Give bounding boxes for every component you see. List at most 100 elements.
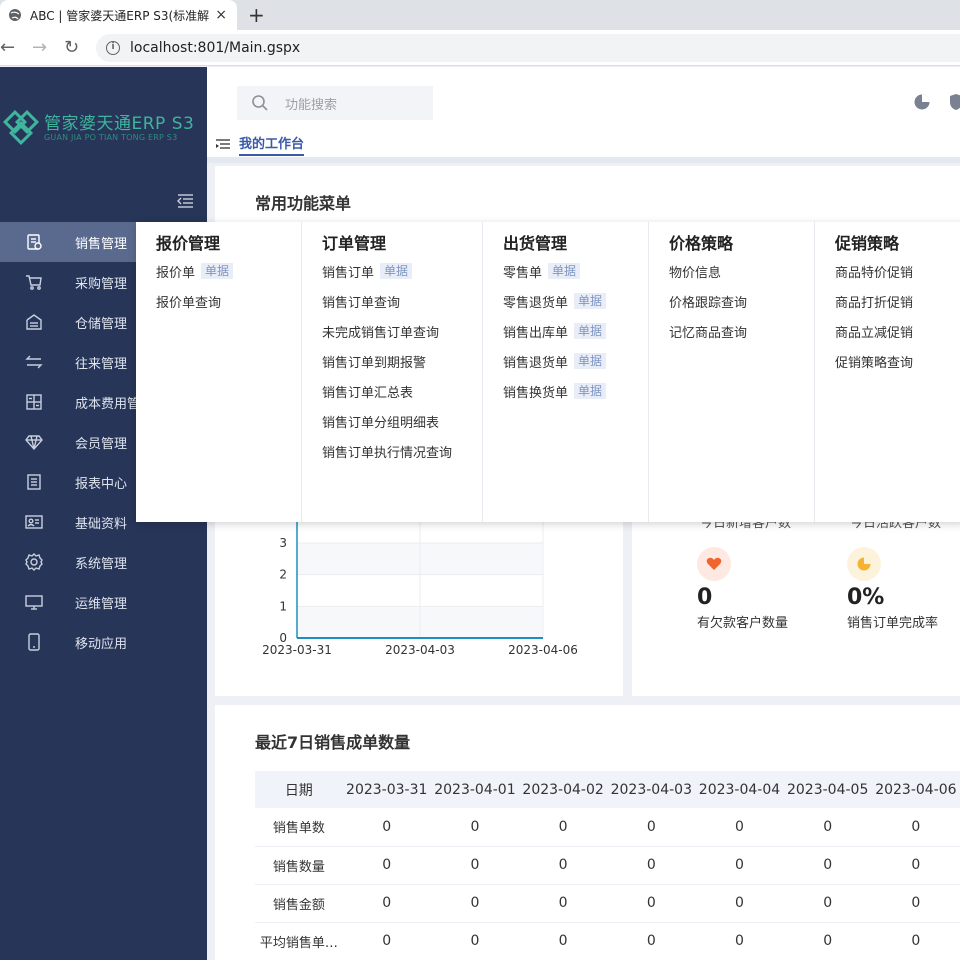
- menu-link[interactable]: 零售单 单据: [503, 256, 648, 286]
- table-row: 销售金额 0 0 0 0 0 0 0: [255, 884, 960, 923]
- table-cell: 0: [519, 922, 608, 960]
- reload-button[interactable]: ↻: [64, 37, 79, 58]
- document-tag[interactable]: 单据: [574, 353, 607, 369]
- new-tab-button[interactable]: +: [248, 3, 265, 27]
- menu-column-title: 报价管理: [156, 234, 221, 253]
- menu-link[interactable]: 销售订单汇总表: [322, 376, 482, 406]
- browser-tab[interactable]: ABC | 管家婆天通ERP S3(标准解 ×: [0, 0, 237, 30]
- back-button[interactable]: ←: [0, 37, 15, 58]
- table-cell: 0: [783, 846, 872, 885]
- order-completion-label: 销售订单完成率: [847, 616, 939, 631]
- menu-link-label: 销售订单执行情况查询: [322, 445, 453, 461]
- pie-icon: [857, 557, 871, 571]
- menu-link-label: 报价单查询: [156, 295, 222, 311]
- document-tag[interactable]: 单据: [574, 383, 607, 399]
- menu-link[interactable]: 商品打折促销: [835, 286, 960, 316]
- badge: [697, 547, 731, 581]
- url-field[interactable]: i localhost:801/Main.gspx: [96, 34, 960, 62]
- table-cell: 0: [783, 884, 872, 923]
- menu-link-label: 报价单: [156, 265, 196, 281]
- table-cell: 0: [342, 808, 431, 847]
- menu-link[interactable]: 销售订单到期报警: [322, 346, 482, 376]
- menu-link[interactable]: 销售订单 单据: [322, 256, 482, 286]
- monitor-icon: [25, 595, 43, 610]
- menu-link[interactable]: 物价信息: [669, 256, 814, 286]
- forward-button[interactable]: →: [32, 37, 47, 58]
- menu-link[interactable]: 销售换货单 单据: [503, 376, 648, 406]
- document-tag[interactable]: 单据: [380, 263, 413, 279]
- logo: 管家婆天通ERP S3 GUAN JIA PO TIAN TONG ERP S3: [0, 101, 207, 151]
- shield-icon[interactable]: [949, 93, 960, 111]
- brand-pinyin: GUAN JIA PO TIAN TONG ERP S3: [44, 133, 178, 142]
- y-tick-label: 1: [279, 599, 287, 613]
- table-cell: 0: [607, 846, 696, 885]
- menu-link[interactable]: 商品立减促销: [835, 316, 960, 346]
- search-icon: [252, 95, 268, 111]
- menu-link-label: 商品打折促销: [835, 295, 914, 311]
- info-icon[interactable]: i: [106, 41, 120, 55]
- sidebar-item-label: 销售管理: [75, 236, 128, 252]
- table-cell: 0: [607, 808, 696, 847]
- menu-link-label: 销售退货单: [503, 355, 569, 371]
- sidebar-item-ops[interactable]: 运维管理: [0, 582, 207, 622]
- menu-column: 报价管理报价单 单据报价单查询: [136, 222, 302, 522]
- menu-link[interactable]: 价格跟踪查询: [669, 286, 814, 316]
- menu-link[interactable]: 零售退货单 单据: [503, 286, 648, 316]
- table-cell: 0: [871, 922, 960, 960]
- table-cell: 0: [871, 846, 960, 885]
- main-header: 功能搜索 我的工作台: [207, 67, 960, 157]
- address-bar: ← → ↻ i localhost:801/Main.gspx: [0, 30, 960, 66]
- menu-link[interactable]: 销售订单查询: [322, 286, 482, 316]
- menu-link[interactable]: 未完成销售订单查询: [322, 316, 482, 346]
- table-cell: 0: [607, 922, 696, 960]
- document-tag[interactable]: 单据: [574, 323, 607, 339]
- document-tag[interactable]: 单据: [548, 263, 581, 279]
- menu-link-label: 价格跟踪查询: [669, 295, 748, 311]
- header-divider: [207, 157, 960, 163]
- table-cell: 0: [607, 884, 696, 923]
- menu-link-label: 销售订单查询: [322, 295, 401, 311]
- menu-link[interactable]: 报价单查询: [156, 286, 301, 316]
- sidebar-item-label: 运维管理: [75, 596, 128, 612]
- menu-link[interactable]: 记忆商品查询: [669, 316, 814, 346]
- menu-link[interactable]: 报价单 单据: [156, 256, 301, 286]
- search-input[interactable]: 功能搜索: [237, 86, 433, 120]
- table-cell: 0: [430, 846, 520, 885]
- menu-link[interactable]: 销售出库单 单据: [503, 316, 648, 346]
- heart-icon: [706, 557, 722, 570]
- brand-name: 管家婆天通ERP S3: [44, 114, 195, 134]
- pie-chart-icon[interactable]: [913, 93, 931, 111]
- table-cell: 0: [695, 808, 784, 847]
- gear-icon: [25, 553, 43, 571]
- sales-table: 日期 2023-03-31 2023-04-01 2023-04-02 2023-04-…: [255, 771, 960, 960]
- url-text: localhost:801/Main.gspx: [130, 40, 301, 56]
- menu-toggle-icon[interactable]: [215, 138, 231, 152]
- table-cell: 0: [430, 808, 520, 847]
- menu-link[interactable]: 促销策略查询: [835, 346, 960, 376]
- menu-link[interactable]: 销售订单分组明细表: [322, 406, 482, 436]
- document-tag[interactable]: 单据: [574, 293, 607, 309]
- sidebar-item-mobile[interactable]: 移动应用: [0, 622, 207, 662]
- sidebar-item-label: 往来管理: [75, 356, 128, 372]
- menu-link-label: 销售订单分组明细表: [322, 415, 440, 431]
- table-cell: 0: [871, 808, 960, 847]
- tab-workbench[interactable]: 我的工作台: [239, 133, 305, 156]
- document-icon: [27, 234, 42, 250]
- menu-link-label: 未完成销售订单查询: [322, 325, 440, 341]
- collapse-menu-icon[interactable]: [176, 193, 194, 209]
- document-tag[interactable]: 单据: [201, 263, 234, 279]
- calculator-icon: [26, 394, 42, 410]
- browser-tab-bar: ABC | 管家婆天通ERP S3(标准解 × +: [0, 0, 960, 30]
- table-row: 销售单数 0 0 0 0 0 0 0: [255, 808, 960, 847]
- menu-link[interactable]: 销售订单执行情况查询: [322, 436, 482, 466]
- sidebar-item-system[interactable]: 系统管理: [0, 542, 207, 582]
- diamond-icon: [25, 435, 43, 451]
- sales-table-title: 最近7日销售成单数量: [255, 733, 411, 752]
- close-icon[interactable]: ×: [215, 7, 227, 23]
- table-header-cell: 2023-04-02: [519, 771, 608, 808]
- table-header-cell: 2023-04-04: [695, 771, 784, 808]
- menu-link[interactable]: 商品特价促销: [835, 256, 960, 286]
- menu-link-label: 销售订单: [322, 265, 375, 281]
- menu-link[interactable]: 销售退货单 单据: [503, 346, 648, 376]
- table-cell: 0: [430, 884, 520, 923]
